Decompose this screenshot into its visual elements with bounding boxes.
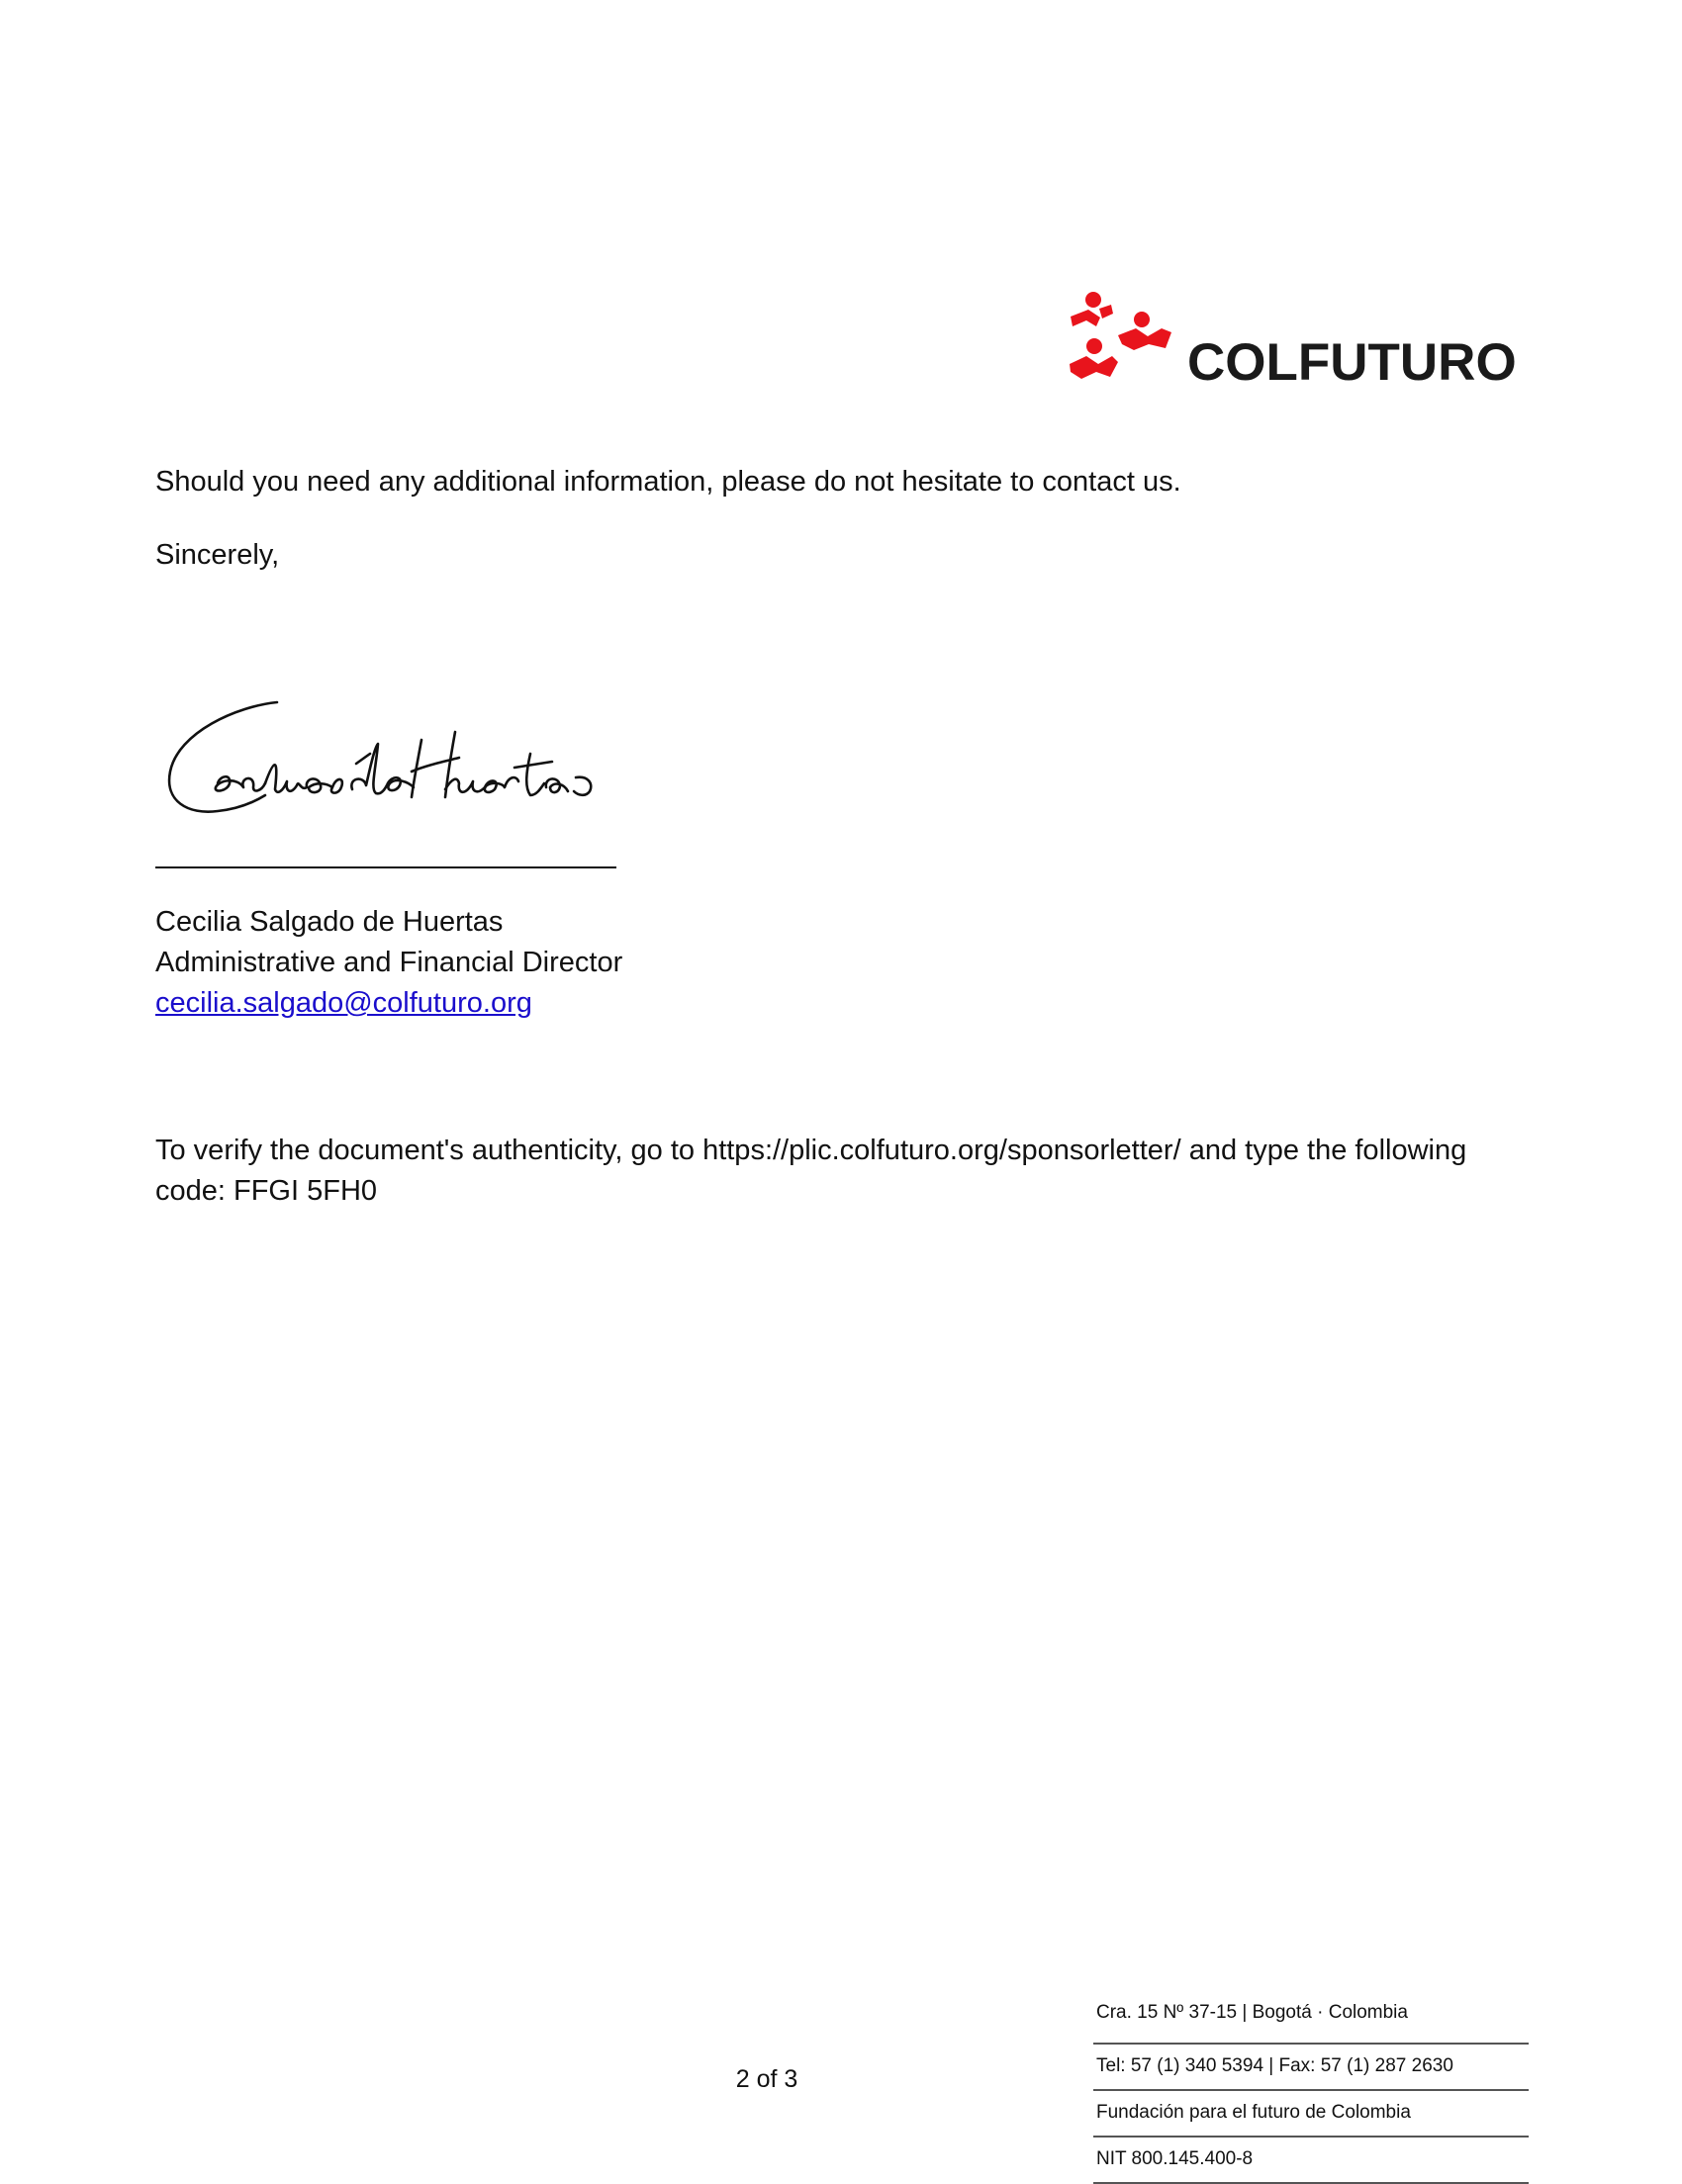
signer-title: Administrative and Financial Director: [155, 947, 623, 978]
footer-contact-info: Cra. 15 Nº 37-15 | Bogotá · Colombia Tel…: [1093, 2000, 1529, 2184]
colfuturo-logo: COLFUTURO: [1067, 287, 1517, 406]
footer-phones: Tel: 57 (1) 340 5394 | Fax: 57 (1) 287 2…: [1093, 2045, 1529, 2091]
closing-salutation: Sincerely,: [155, 539, 280, 571]
footer-foundation: Fundación para el futuro de Colombia: [1093, 2091, 1529, 2138]
letter-page: COLFUTURO Should you need any additional…: [0, 0, 1682, 2184]
signer-block: Cecilia Salgado de Huertas Administrativ…: [155, 902, 622, 1024]
footer-address: Cra. 15 Nº 37-15 | Bogotá · Colombia: [1093, 2000, 1529, 2045]
signer-name: Cecilia Salgado de Huertas: [155, 906, 504, 938]
logo-wordmark: COLFUTURO: [1187, 333, 1517, 392]
signature-line: [155, 866, 616, 868]
colfuturo-readers-icon: [1070, 292, 1171, 379]
signer-email-link[interactable]: cecilia.salgado@colfuturo.org: [155, 987, 532, 1019]
contact-paragraph: Should you need any additional informati…: [155, 466, 1181, 498]
footer-nit: NIT 800.145.400-8: [1093, 2138, 1529, 2184]
handwritten-signature: [167, 700, 593, 813]
verification-paragraph: To verify the document's authenticity, g…: [155, 1135, 1467, 1207]
